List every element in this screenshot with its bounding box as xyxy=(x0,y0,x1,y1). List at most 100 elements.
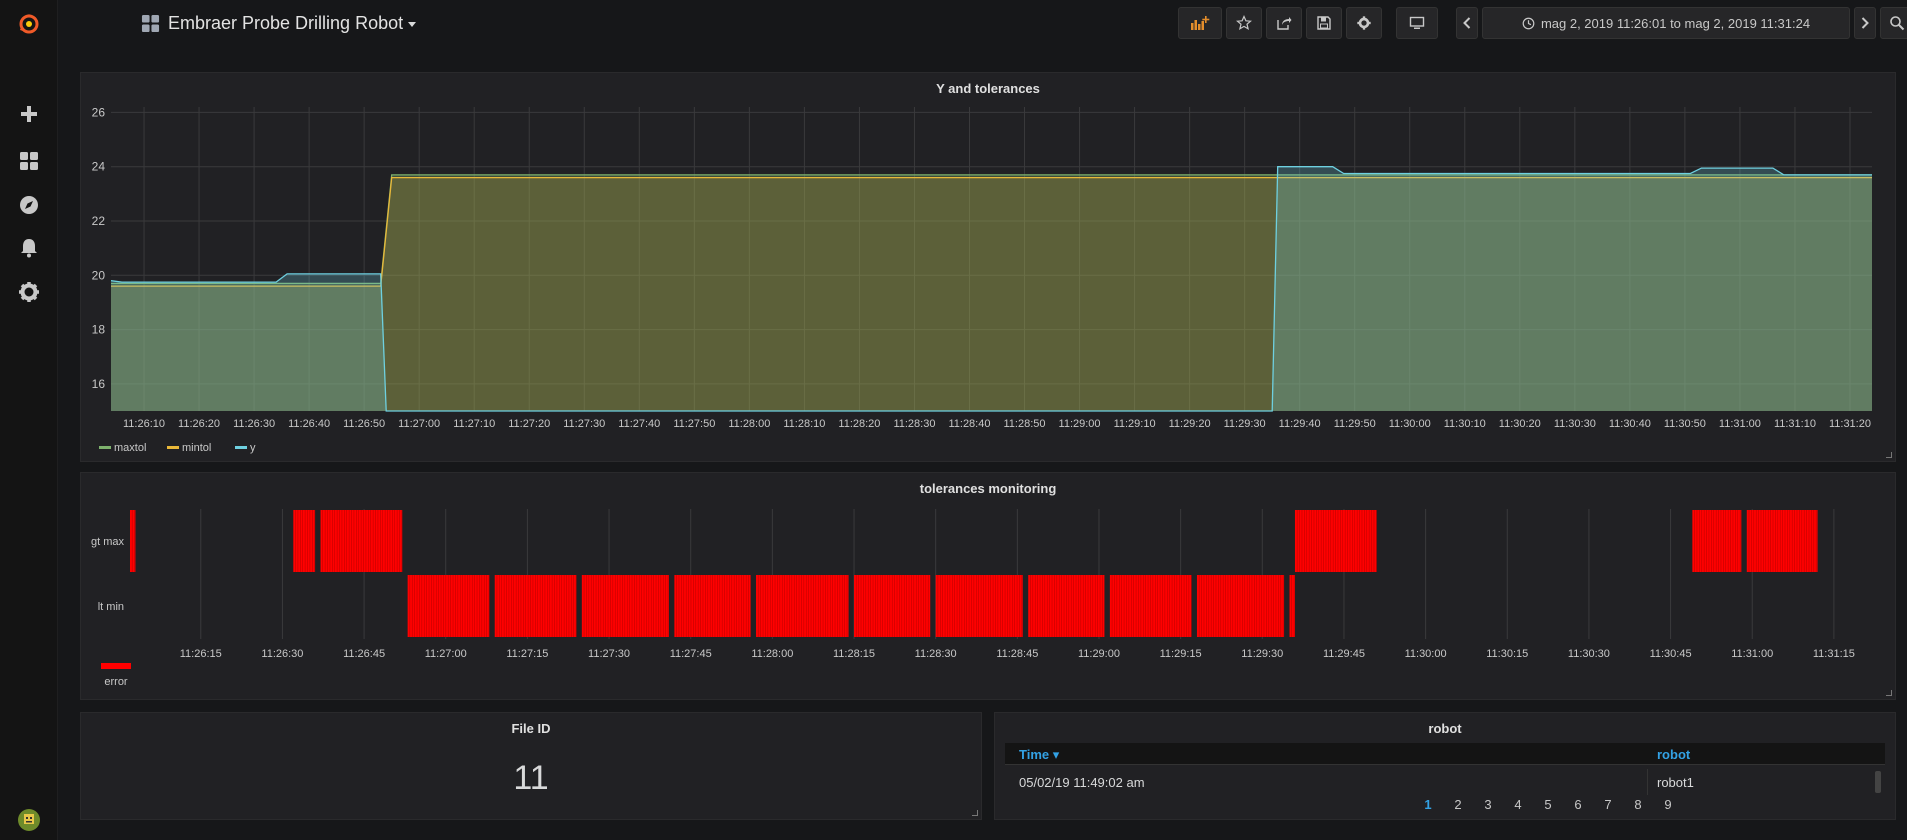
table-cell-robot: robot1 xyxy=(1657,775,1694,790)
page-link-1[interactable]: 1 xyxy=(1413,797,1443,812)
x-tick-label: 11:29:40 xyxy=(1279,418,1321,430)
alerting-button[interactable] xyxy=(14,233,44,263)
legend-label-y: y xyxy=(250,442,256,454)
page-link-5[interactable]: 5 xyxy=(1533,797,1563,812)
dashboards-button[interactable] xyxy=(14,146,44,176)
time-range-picker[interactable]: mag 2, 2019 11:26:01 to mag 2, 2019 11:3… xyxy=(1482,7,1850,39)
grafana-logo[interactable] xyxy=(14,9,44,39)
x-tick-label: 11:29:45 xyxy=(1323,648,1365,660)
error-segment xyxy=(293,510,316,572)
star-icon xyxy=(1236,15,1252,31)
x-tick-label: 11:27:40 xyxy=(618,418,660,430)
y-tick-label: 24 xyxy=(92,160,106,174)
time-range-label: mag 2, 2019 11:26:01 to mag 2, 2019 11:3… xyxy=(1540,15,1811,31)
x-tick-label: 11:27:00 xyxy=(398,418,440,430)
x-tick-label: 11:30:10 xyxy=(1444,418,1486,430)
page-link-2[interactable]: 2 xyxy=(1443,797,1473,812)
chevron-right-icon xyxy=(1861,17,1869,29)
add-panel-button[interactable] xyxy=(1178,7,1222,39)
sidebar xyxy=(0,0,58,840)
explore-icon xyxy=(20,196,38,214)
tolerances-monitoring-chart: 11:26:15 11:26:30 11:26:45 11:27:00 11:27:15… xyxy=(91,509,1855,688)
x-tick-label: 11:29:30 xyxy=(1224,418,1266,430)
x-tick-label: 11:27:20 xyxy=(508,418,550,430)
share-button[interactable] xyxy=(1266,7,1302,39)
clock-icon xyxy=(1522,17,1535,29)
x-tick-label: 11:30:30 xyxy=(1568,648,1610,660)
legend-label-error: error xyxy=(104,676,128,688)
x-tick-label: 11:27:00 xyxy=(425,648,467,660)
y-tick-label: 26 xyxy=(92,105,106,119)
x-tick-label: 11:27:30 xyxy=(588,648,630,660)
save-button[interactable] xyxy=(1306,7,1342,39)
error-segment xyxy=(1746,510,1818,572)
zoom-out-button[interactable] xyxy=(1880,7,1907,39)
column-header-robot[interactable]: robot xyxy=(1657,747,1690,762)
column-header-time[interactable]: Time ▾ xyxy=(1019,747,1059,763)
x-tick-label: 11:28:45 xyxy=(996,648,1038,660)
explore-button[interactable] xyxy=(14,190,44,220)
user-avatar[interactable] xyxy=(14,805,44,835)
page-link-8[interactable]: 8 xyxy=(1623,797,1653,812)
chevron-left-icon xyxy=(1463,17,1471,29)
x-tick-label: 11:28:40 xyxy=(948,418,990,430)
x-tick-label: 11:28:30 xyxy=(915,648,957,660)
alert-bell-icon xyxy=(21,239,37,258)
resize-handle[interactable] xyxy=(1886,452,1892,458)
x-tick-label: 11:31:00 xyxy=(1719,418,1761,430)
panel-tolerances-monitoring: tolerances monitoring 11:26:15 11:26:30 11… xyxy=(80,472,1896,700)
x-tick-label: 11:29:15 xyxy=(1160,648,1202,660)
resize-handle[interactable] xyxy=(1886,690,1892,696)
error-segment xyxy=(756,575,849,637)
x-tick-label: 11:29:10 xyxy=(1114,418,1156,430)
legend-swatch-error xyxy=(101,663,131,669)
x-tick-label: 11:28:50 xyxy=(1004,418,1046,430)
star-button[interactable] xyxy=(1226,7,1262,39)
time-back-button[interactable] xyxy=(1456,7,1478,39)
x-tick-label: 11:29:00 xyxy=(1059,418,1101,430)
y-tick-label: 18 xyxy=(92,323,106,337)
file-id-value: 11 xyxy=(513,759,549,797)
x-tick-label: 11:31:10 xyxy=(1774,418,1816,430)
page-link-3[interactable]: 3 xyxy=(1473,797,1503,812)
gear-icon xyxy=(19,282,39,302)
legend-label-maxtol: maxtol xyxy=(114,442,146,454)
panel-title[interactable]: File ID xyxy=(81,721,981,736)
x-tick-label: 11:30:00 xyxy=(1389,418,1431,430)
x-tick-label: 11:27:10 xyxy=(453,418,495,430)
page-link-4[interactable]: 4 xyxy=(1503,797,1533,812)
table-scrollbar[interactable] xyxy=(1875,771,1881,793)
plus-icon xyxy=(21,106,37,122)
gear-icon xyxy=(1357,16,1371,30)
settings-button[interactable] xyxy=(1346,7,1382,39)
x-tick-label: 11:27:30 xyxy=(563,418,605,430)
page-link-7[interactable]: 7 xyxy=(1593,797,1623,812)
time-forward-button[interactable] xyxy=(1854,7,1876,39)
x-tick-label: 11:30:20 xyxy=(1499,418,1541,430)
panel-file-id: File ID 11 xyxy=(80,712,982,820)
grafana-logo-icon xyxy=(19,14,39,34)
save-icon xyxy=(1317,16,1331,30)
create-button[interactable] xyxy=(14,99,44,129)
configuration-button[interactable] xyxy=(14,277,44,307)
top-navbar: Embraer Probe Drilling Robot mag 2, 2019… xyxy=(58,0,1907,48)
row-label: gt max xyxy=(91,536,125,548)
x-tick-label: 11:31:00 xyxy=(1731,648,1773,660)
panel-title[interactable]: robot xyxy=(995,721,1895,736)
x-tick-label: 11:27:15 xyxy=(506,648,548,660)
table-row: 05/02/19 11:49:02 am robot1 xyxy=(1005,769,1885,795)
row-label: lt min xyxy=(98,601,124,613)
x-tick-label: 11:26:45 xyxy=(343,648,385,660)
table-cell-time: 05/02/19 11:49:02 am xyxy=(1019,775,1145,790)
dashboard-grid-icon xyxy=(141,14,160,33)
x-tick-label: 11:27:50 xyxy=(673,418,715,430)
page-link-6[interactable]: 6 xyxy=(1563,797,1593,812)
dashboard-title[interactable]: Embraer Probe Drilling Robot xyxy=(168,13,417,34)
resize-handle[interactable] xyxy=(972,810,978,816)
x-tick-label: 11:29:50 xyxy=(1334,418,1376,430)
tv-mode-button[interactable] xyxy=(1396,7,1438,39)
share-icon xyxy=(1277,17,1292,30)
page-link-9[interactable]: 9 xyxy=(1653,797,1683,812)
x-tick-label: 11:28:30 xyxy=(893,418,935,430)
x-tick-label: 11:29:30 xyxy=(1241,648,1283,660)
